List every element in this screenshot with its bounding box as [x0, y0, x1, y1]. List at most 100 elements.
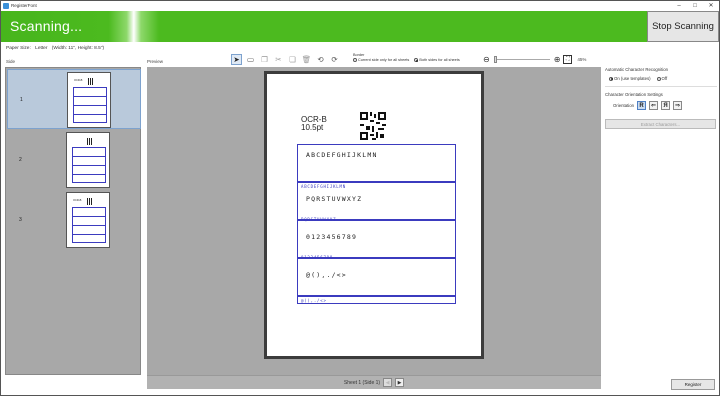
- paper-size-info: Paper Size: Letter (Width: 11", Height: …: [6, 46, 107, 51]
- char-box-4[interactable]: 0123456789 @(),./<>: [297, 255, 456, 296]
- char-box-3[interactable]: PQRSTUVWXYZ 0123456789: [297, 217, 456, 258]
- window-controls: – □ ✕: [671, 1, 719, 10]
- sheet-label: Sheet 1 (Side 1): [343, 379, 381, 386]
- scanning-banner: Scanning... Stop Scanning: [1, 11, 719, 42]
- zoom-percentage: 45%: [577, 56, 587, 62]
- paste-icon[interactable]: ❏: [287, 54, 298, 65]
- thumbnail-page: OCR-B: [66, 192, 110, 248]
- thumbnail-grid-line: [72, 234, 106, 235]
- char-box-text: @(),./<>: [306, 271, 347, 279]
- scanning-status: Scanning...: [10, 18, 83, 34]
- border-options: Border Current side only for all sheets …: [353, 53, 460, 62]
- thumbnail-grid-line: [72, 156, 106, 157]
- preview-label: Preview: [147, 59, 164, 64]
- char-box-subtext: PQRSTUVWXYZ: [301, 217, 337, 222]
- register-button[interactable]: Register: [671, 379, 715, 390]
- acr-options: On (use templates) Off: [609, 76, 717, 81]
- zoom-slider-thumb[interactable]: [493, 55, 497, 63]
- border-both-label: Both sides for all sheets: [419, 58, 460, 62]
- orientation-row: Orientation R ⇐ Я ⇒: [613, 101, 717, 110]
- orientation-upright-button[interactable]: R: [637, 101, 647, 110]
- thumbnail-number: 3: [19, 217, 22, 223]
- cut-icon[interactable]: ✂: [273, 54, 284, 65]
- orientation-left-button[interactable]: ⇐: [649, 101, 659, 110]
- char-box-text: 0123456789: [306, 233, 358, 241]
- acr-off-radio[interactable]: [656, 76, 661, 81]
- rotate-right-icon[interactable]: ⟳: [329, 54, 340, 65]
- previous-sheet-button[interactable]: ◀: [383, 378, 393, 387]
- preview-area[interactable]: OCR-B 10.5pt ABCDEFGHIJKLMN ABCDEFGHIJKL…: [147, 67, 601, 375]
- thumbnail-row-2[interactable]: 2: [7, 130, 141, 190]
- orientation-right-button[interactable]: ⇒: [673, 101, 683, 110]
- side-thumbnail-panel[interactable]: 1 OCR-B 2 3 OCR-B: [5, 67, 141, 375]
- divider: [605, 86, 717, 87]
- orientation-label: Orientation: [613, 103, 635, 108]
- delete-icon[interactable]: 🗑: [301, 54, 312, 65]
- thumbnail-grid-line: [72, 174, 106, 175]
- thumbnail-grid-line: [73, 105, 107, 106]
- thumbnail-page: [66, 132, 110, 188]
- thumbnail-grid-line: [72, 225, 106, 226]
- zoom-slider[interactable]: [493, 55, 550, 63]
- char-box-subtext: ABCDEFGHIJKLMN: [301, 184, 346, 189]
- char-box-2[interactable]: ABCDEFGHIJKLMN PQRSTUVWXYZ: [297, 182, 456, 220]
- char-box-text: PQRSTUVWXYZ: [306, 195, 363, 203]
- rotate-left-icon[interactable]: ⟲: [315, 54, 326, 65]
- border-title: Border: [353, 53, 365, 57]
- border-both-radio[interactable]: [414, 58, 419, 62]
- thumbnail-grid-line: [72, 165, 106, 166]
- paper-size-label: Paper Size:: [6, 46, 31, 51]
- thumbnail-grid-line: [72, 216, 106, 217]
- preview-page[interactable]: OCR-B 10.5pt ABCDEFGHIJKLMN ABCDEFGHIJKL…: [264, 71, 484, 359]
- thumbnail-ocr-text: OCR-B: [74, 79, 83, 82]
- paper-size-value: Letter: [35, 46, 48, 51]
- minimize-button[interactable]: –: [671, 1, 687, 10]
- zoom-in-icon[interactable]: ⊕: [554, 55, 561, 64]
- acr-off-label: Off: [661, 76, 668, 81]
- preview-toolbar: ➤ ▭ ❐ ✂ ❏ 🗑 ⟲ ⟳: [231, 53, 343, 65]
- stop-scanning-button[interactable]: Stop Scanning: [647, 11, 719, 42]
- zoom-out-icon[interactable]: ⊖: [483, 55, 490, 64]
- fit-to-window-icon[interactable]: ⛶: [563, 54, 573, 64]
- settings-panel: Automatic Character Recognition On (use …: [605, 67, 717, 129]
- thumbnail-number: 2: [19, 157, 22, 163]
- app-window: RegisterFont – □ ✕ Scanning... Stop Scan…: [0, 0, 720, 396]
- char-box-5[interactable]: @(),./<>: [297, 296, 456, 304]
- next-sheet-button[interactable]: ▶: [395, 378, 405, 387]
- orientation-mirror-button[interactable]: Я: [661, 101, 671, 110]
- close-button[interactable]: ✕: [703, 1, 719, 10]
- acr-templates-label: On (use templates): [614, 76, 651, 81]
- thumbnail-grid-line: [73, 96, 107, 97]
- paper-size-dims: (Width: 11", Height: 8.5"): [51, 46, 105, 51]
- char-box-subtext: @(),./<>: [301, 298, 327, 303]
- title-bar: RegisterFont – □ ✕: [1, 1, 719, 10]
- thumbnail-row-3[interactable]: 3 OCR-B: [7, 190, 141, 250]
- thumbnail-grid-line: [73, 114, 107, 115]
- border-current-radio[interactable]: [353, 58, 357, 62]
- thumbnail-qr-icon: [87, 198, 93, 205]
- app-icon: [3, 2, 9, 9]
- pointer-icon[interactable]: ➤: [231, 53, 242, 65]
- char-box-subtext: 0123456789: [301, 255, 334, 260]
- rectangle-icon[interactable]: ▭: [245, 54, 256, 65]
- thumbnail-ocr-text: OCR-B: [73, 199, 82, 202]
- acr-title: Automatic Character Recognition: [605, 67, 669, 72]
- acr-templates-radio[interactable]: [609, 76, 613, 81]
- copy-icon[interactable]: ❐: [259, 54, 270, 65]
- thumbnail-page: OCR-B: [67, 72, 111, 128]
- maximize-button[interactable]: □: [687, 1, 703, 10]
- qr-code-icon: [360, 112, 386, 140]
- thumbnail-qr-icon: [88, 78, 94, 85]
- sheet-navigation: Sheet 1 (Side 1) ◀ ▶: [147, 375, 601, 389]
- zoom-control: ⊖ ⊕ ⛶ 45%: [483, 53, 586, 65]
- side-label: Side: [6, 59, 16, 64]
- thumbnail-number: 1: [20, 97, 23, 103]
- extract-characters-button[interactable]: Extract Characters...: [605, 119, 716, 129]
- border-current-label: Current side only for all sheets: [358, 58, 410, 62]
- char-box-text: ABCDEFGHIJKLMN: [306, 151, 378, 159]
- thumbnail-qr-icon: [87, 138, 93, 145]
- font-info: OCR-B 10.5pt: [301, 116, 327, 132]
- thumbnail-row-1[interactable]: 1 OCR-B: [7, 69, 141, 129]
- char-box-1[interactable]: ABCDEFGHIJKLMN: [297, 144, 456, 182]
- font-size: 10.5pt: [301, 123, 324, 132]
